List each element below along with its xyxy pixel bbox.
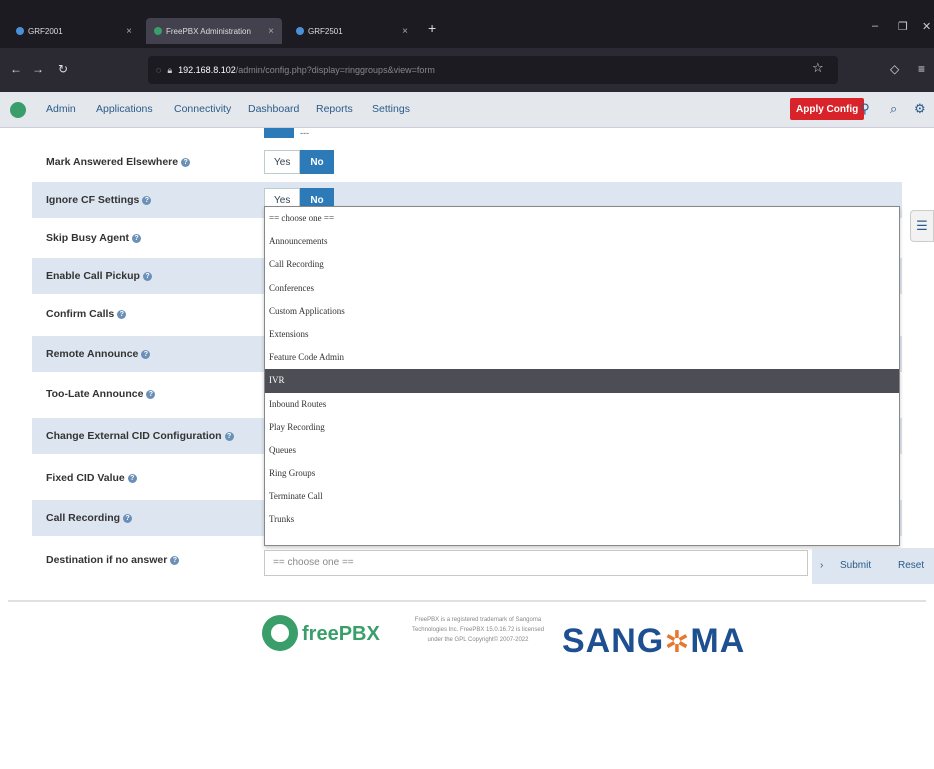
menu-admin[interactable]: Admin <box>46 103 76 115</box>
minimize-icon[interactable]: – <box>872 20 878 32</box>
field-label: Enable Call Pickup? <box>46 270 152 282</box>
no-option[interactable]: No <box>300 150 334 174</box>
favicon-icon <box>154 27 162 35</box>
close-window-icon[interactable]: ✕ <box>922 20 931 33</box>
url-host: 192.168.8.102 <box>178 65 236 75</box>
help-icon[interactable]: ? <box>132 233 142 243</box>
dropdown-option[interactable]: Conferences <box>265 277 899 300</box>
help-icon[interactable]: ? <box>141 349 151 359</box>
field-label: Ignore CF Settings? <box>46 194 152 206</box>
dropdown-option[interactable]: Queues <box>265 439 899 462</box>
yes-no-toggle[interactable]: Yes No <box>264 150 334 174</box>
sangoma-logo: SANG✲MA <box>562 622 746 660</box>
freepbx-logo-text: freePBX <box>302 623 380 645</box>
help-icon[interactable]: ? <box>224 431 234 441</box>
favicon-icon <box>296 27 304 35</box>
freepbx-logo-icon[interactable] <box>10 102 26 118</box>
dropdown-option[interactable]: Announcements <box>265 230 899 253</box>
dropdown-option[interactable]: Trunks <box>265 508 899 531</box>
freepbx-logo-icon <box>262 615 298 651</box>
pocket-icon[interactable]: ◇ <box>890 62 899 76</box>
help-icon[interactable]: ? <box>146 389 156 399</box>
dropdown-option[interactable]: Extensions <box>265 323 899 346</box>
bookmark-star-icon[interactable]: ☆ <box>812 60 824 76</box>
search-icon[interactable]: ⌕ <box>890 101 897 117</box>
dropdown-option[interactable]: Inbound Routes <box>265 393 899 416</box>
dropdown-option[interactable]: == choose one == <box>265 207 899 230</box>
toggle-partial-label: --- <box>300 128 309 138</box>
settings-icon[interactable]: ⚙ <box>914 101 926 117</box>
menu-connectivity[interactable]: Connectivity <box>174 103 231 115</box>
tab-title: FreePBX Administration <box>166 26 251 36</box>
url-bar[interactable]: ◌ 🔒︎ 192.168.8.102 /admin/config.php?dis… <box>148 56 838 84</box>
forward-icon[interactable]: → <box>32 62 44 76</box>
user-icon[interactable]: ⚲ <box>860 101 870 117</box>
tab-close-icon[interactable]: × <box>402 26 408 37</box>
sangoma-star-icon: ✲ <box>664 626 691 659</box>
help-icon[interactable]: ? <box>181 157 191 167</box>
field-label: Mark Answered Elsewhere? <box>46 156 191 168</box>
dropdown-option[interactable]: Custom Applications <box>265 300 899 323</box>
dropdown-option[interactable]: Ring Groups <box>265 462 899 485</box>
maximize-icon[interactable]: ❐ <box>898 20 908 33</box>
chevron-right-icon: › <box>820 560 824 571</box>
reload-icon[interactable]: ↻ <box>58 62 68 76</box>
browser-tab[interactable]: GRF2501 × <box>288 18 416 44</box>
help-icon[interactable]: ? <box>117 309 127 319</box>
field-label: Change External CID Configuration? <box>46 430 234 442</box>
legal-notice: FreePBX is a registered trademark of San… <box>411 617 545 643</box>
field-label: Fixed CID Value? <box>46 472 137 484</box>
reset-button[interactable]: Reset <box>898 560 924 571</box>
help-icon[interactable]: ? <box>142 195 152 205</box>
browser-tab-bar: GRF2001 × FreePBX Administration × GRF25… <box>0 0 934 48</box>
field-label: Confirm Calls? <box>46 308 127 320</box>
field-label: Destination if no answer? <box>46 554 180 566</box>
help-icon[interactable]: ? <box>170 555 180 565</box>
tab-title: GRF2001 <box>28 26 63 36</box>
lock-icon: 🔒︎ <box>167 64 173 75</box>
help-icon[interactable]: ? <box>123 513 133 523</box>
field-label: Skip Busy Agent? <box>46 232 142 244</box>
tab-close-icon[interactable]: × <box>268 26 274 37</box>
new-tab-button[interactable]: + <box>428 20 436 36</box>
shield-icon: ◌ <box>156 65 162 75</box>
browser-nav-bar: ← → ↻ ◌ 🔒︎ 192.168.8.102 /admin/config.p… <box>0 48 934 92</box>
tab-title: GRF2501 <box>308 26 343 36</box>
url-path: /admin/config.php?display=ringgroups&vie… <box>235 65 435 75</box>
apply-config-button[interactable]: Apply Config <box>790 98 865 120</box>
destination-dropdown-list[interactable]: == choose one == Announcements Call Reco… <box>264 206 900 546</box>
freepbx-menu-bar: Admin Applications Connectivity Dashboar… <box>0 92 934 128</box>
browser-tab[interactable]: GRF2001 × <box>8 18 140 44</box>
field-label: Too-Late Announce? <box>46 388 156 400</box>
yes-no-toggle-partial[interactable] <box>264 128 294 138</box>
footer-divider <box>8 600 926 602</box>
field-label: Call Recording? <box>46 512 133 524</box>
favicon-icon <box>16 27 24 35</box>
tab-close-icon[interactable]: × <box>126 26 132 37</box>
form-action-bar: › Submit Reset <box>812 548 934 584</box>
row-mark-answered-elsewhere: Mark Answered Elsewhere? Yes No <box>32 144 902 180</box>
back-icon[interactable]: ← <box>10 62 22 76</box>
dropdown-option[interactable]: Play Recording <box>265 416 899 439</box>
dropdown-option[interactable]: Feature Code Admin <box>265 346 899 369</box>
browser-tab-active[interactable]: FreePBX Administration × <box>146 18 282 44</box>
menu-applications[interactable]: Applications <box>96 103 153 115</box>
dropdown-option[interactable]: Call Recording <box>265 253 899 276</box>
dropdown-option-selected[interactable]: IVR <box>265 369 899 393</box>
help-icon[interactable]: ? <box>142 271 152 281</box>
yes-option[interactable]: Yes <box>264 150 301 174</box>
help-icon[interactable]: ? <box>127 473 137 483</box>
field-label: Remote Announce? <box>46 348 151 360</box>
menu-reports[interactable]: Reports <box>316 103 353 115</box>
submit-button[interactable]: Submit <box>840 560 871 571</box>
destination-select[interactable]: == choose one == <box>264 550 808 576</box>
sidebar-toggle-icon[interactable]: ☰ <box>910 210 934 242</box>
menu-icon[interactable]: ≡ <box>918 62 925 76</box>
menu-settings[interactable]: Settings <box>372 103 410 115</box>
dropdown-option[interactable]: Terminate Call <box>265 485 899 508</box>
menu-dashboard[interactable]: Dashboard <box>248 103 299 115</box>
